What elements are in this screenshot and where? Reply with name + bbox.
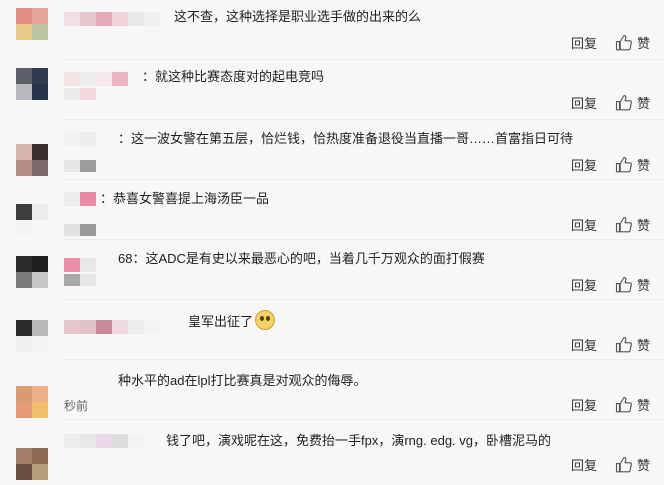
- reply-button[interactable]: 回复: [571, 395, 597, 414]
- comment-item: 钱了吧，演戏呢在这，免费抬一手fpx，演rng. edg. vg，卧槽泥马的 回…: [0, 420, 664, 485]
- reply-button[interactable]: 回复: [571, 455, 597, 474]
- username-redacted[interactable]: [64, 258, 96, 272]
- comment-actions: 回复 赞: [571, 155, 650, 174]
- avatar[interactable]: [16, 320, 48, 352]
- comment-item: ：恭喜女警喜提上海汤臣一品 回复 赞: [0, 180, 664, 240]
- thumbs-up-icon: [615, 396, 632, 412]
- like-button[interactable]: 赞: [615, 275, 650, 294]
- comment-list: 这不查，这种选择是职业选手做的出来的么 回复 赞 ：就这种比赛态度对的起电竞吗 …: [0, 0, 664, 485]
- like-button[interactable]: 赞: [615, 155, 650, 174]
- like-label: 赞: [636, 398, 650, 413]
- comment-actions: 回复 赞: [571, 335, 650, 354]
- like-label: 赞: [636, 278, 650, 293]
- rolling-eyes-emoji-icon: [255, 310, 276, 330]
- comment-text: 这不查，这种选择是职业选手做的出来的么: [174, 9, 422, 24]
- username-redacted[interactable]: [64, 224, 96, 236]
- thumbs-up-icon: [615, 34, 632, 50]
- reply-button[interactable]: 回复: [571, 215, 597, 234]
- comment-text-content: 皇军出征了: [188, 314, 254, 329]
- avatar[interactable]: [16, 256, 48, 288]
- like-button[interactable]: 赞: [615, 93, 650, 112]
- comment-item: 种水平的ad在lpl打比赛真是对观众的侮辱。 秒前 回复 赞: [0, 360, 664, 420]
- comment-text: 皇军出征了: [188, 310, 276, 331]
- like-label: 赞: [636, 96, 650, 111]
- username-redacted[interactable]: [64, 274, 96, 286]
- like-button[interactable]: 赞: [615, 335, 650, 354]
- reply-button[interactable]: 回复: [571, 155, 597, 174]
- like-label: 赞: [636, 36, 650, 51]
- reply-button[interactable]: 回复: [571, 335, 597, 354]
- avatar[interactable]: [16, 386, 48, 418]
- comment-item: ：这一波女警在第五层，恰烂钱，恰热度准备退役当直播一哥……首富指日可待 回复 赞: [0, 120, 664, 180]
- thumbs-up-icon: [615, 276, 632, 292]
- comment-item: 这不查，这种选择是职业选手做的出来的么 回复 赞: [0, 0, 664, 60]
- username-redacted[interactable]: [64, 320, 160, 334]
- thumbs-up-icon: [615, 216, 632, 232]
- comment-timestamp: 秒前: [64, 399, 89, 413]
- comment-item: ：就这种比赛态度对的起电竞吗 回复 赞: [0, 60, 664, 120]
- comment-actions: 回复 赞: [571, 215, 650, 234]
- thumbs-up-icon: [615, 94, 632, 110]
- reply-button[interactable]: 回复: [571, 33, 597, 52]
- avatar[interactable]: [16, 68, 48, 100]
- comment-text: ：这一波女警在第五层，恰烂钱，恰热度准备退役当直播一哥……首富指日可待: [118, 131, 574, 146]
- comment-actions: 回复 赞: [571, 275, 650, 294]
- comment-item: 68：这ADC是有史以来最恶心的吧，当着几千万观众的面打假赛 回复 赞: [0, 240, 664, 300]
- username-redacted[interactable]: [64, 72, 128, 86]
- comment-actions: 回复 赞: [571, 395, 650, 414]
- username-redacted[interactable]: [64, 160, 96, 172]
- username-redacted[interactable]: [64, 88, 96, 100]
- comment-actions: 回复 赞: [571, 93, 650, 112]
- reply-button[interactable]: 回复: [571, 275, 597, 294]
- comment-actions: 回复 赞: [571, 33, 650, 52]
- like-label: 赞: [636, 338, 650, 353]
- like-label: 赞: [636, 158, 650, 173]
- thumbs-up-icon: [615, 456, 632, 472]
- comment-text: ：恭喜女警喜提上海汤臣一品: [100, 191, 270, 206]
- avatar[interactable]: [16, 8, 48, 40]
- username-redacted[interactable]: [64, 434, 144, 448]
- like-button[interactable]: 赞: [615, 33, 650, 52]
- like-button[interactable]: 赞: [615, 455, 650, 474]
- username-redacted[interactable]: [64, 192, 96, 206]
- reply-button[interactable]: 回复: [571, 93, 597, 112]
- username-redacted[interactable]: [64, 132, 96, 146]
- like-button[interactable]: 赞: [615, 395, 650, 414]
- avatar[interactable]: [16, 144, 48, 176]
- avatar[interactable]: [16, 448, 48, 480]
- comment-text: 种水平的ad在lpl打比赛真是对观众的侮辱。: [118, 373, 367, 388]
- comment-item: 皇军出征了 回复 赞: [0, 300, 664, 360]
- comment-actions: 回复 赞: [571, 455, 650, 474]
- username-redacted[interactable]: [64, 12, 160, 26]
- comment-text: 68：这ADC是有史以来最恶心的吧，当着几千万观众的面打假赛: [118, 251, 485, 266]
- thumbs-up-icon: [615, 336, 632, 352]
- like-label: 赞: [636, 458, 650, 473]
- like-label: 赞: [636, 218, 650, 233]
- avatar[interactable]: [16, 204, 48, 236]
- thumbs-up-icon: [615, 156, 632, 172]
- like-button[interactable]: 赞: [615, 215, 650, 234]
- comment-text: ：就这种比赛态度对的起电竞吗: [142, 69, 325, 84]
- comment-text: 钱了吧，演戏呢在这，免费抬一手fpx，演rng. edg. vg，卧槽泥马的: [166, 433, 551, 448]
